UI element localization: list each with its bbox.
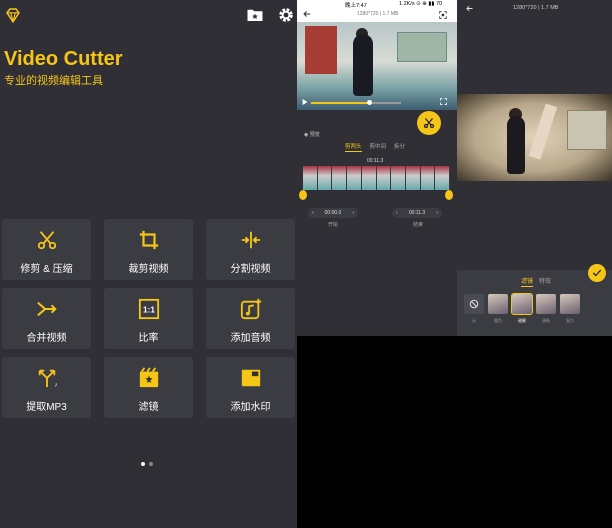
status-bar: 晚上7:47 1.2K/s ⊙ ⊕ ▮▮ 70: [297, 0, 457, 9]
scissors-icon: [37, 231, 56, 250]
trim-header: 1280*720 | 1.7 MB: [297, 8, 457, 22]
cut-button[interactable]: [417, 111, 441, 135]
merge-icon: [36, 301, 57, 317]
filter-name: 清新: [542, 318, 550, 323]
tool-label: 滤镜: [138, 402, 159, 413]
preview-label: 预览: [309, 132, 320, 138]
tab-trim-middle[interactable]: 剪中间: [370, 142, 387, 152]
tab-split[interactable]: 拆分: [394, 142, 405, 152]
fullscreen-icon[interactable]: [440, 98, 447, 105]
trim-start-handle[interactable]: [299, 190, 307, 200]
tool-label: 分割视频: [230, 264, 271, 275]
app-title: Video Cutter: [4, 48, 123, 70]
tool-extract-mp3[interactable]: ♪ 提取MP3: [2, 357, 91, 418]
filter-header: 1280*720 | 1.7 MB: [457, 0, 612, 16]
app-subtitle: 专业的视频编辑工具: [4, 75, 103, 87]
filter-thumbnails: [464, 293, 580, 315]
crop-icon: [139, 230, 158, 250]
video-player[interactable]: [297, 22, 457, 110]
snapshot-icon[interactable]: [439, 11, 447, 19]
tab-filters[interactable]: 滤镜: [521, 276, 534, 287]
chevron-right-icon[interactable]: ›: [352, 210, 354, 216]
filter-retro[interactable]: [560, 294, 580, 314]
video-resolution: 1280*720 | 1.7 MB: [357, 11, 399, 17]
filter-screen: 1280*720 | 1.7 MB 滤镜 特效 无 暖色 甜蜜 清新 复古: [457, 0, 612, 336]
seek-knob[interactable]: [367, 100, 372, 105]
filter-name: 复古: [566, 318, 574, 323]
tool-merge[interactable]: 合并视频: [2, 288, 91, 349]
split-icon: [241, 231, 260, 249]
trim-screen: 晚上7:47 1.2K/s ⊙ ⊕ ▮▮ 70 1280*720 | 1.7 M…: [297, 0, 457, 336]
tab-trim-ends[interactable]: 剪两头: [345, 142, 362, 152]
scissors-icon: [423, 118, 435, 129]
tool-label: 添加水印: [230, 402, 271, 413]
filter-name: 无: [472, 318, 476, 323]
filter-name: 暖色: [494, 318, 502, 323]
start-time-value: 00:00.0: [324, 210, 342, 216]
trim-end-handle[interactable]: [445, 190, 453, 200]
tool-ratio[interactable]: 1:1 比率: [104, 288, 193, 349]
preview-toggle[interactable]: ◉ 预览: [304, 131, 320, 138]
filter-sweet[interactable]: [511, 293, 533, 315]
end-time-value: 00:11.3: [408, 210, 426, 216]
end-time-stepper[interactable]: ‹ 00:11.3 ›: [392, 208, 442, 218]
tool-label: 添加音频: [230, 333, 271, 344]
filter-icon: [139, 367, 158, 388]
timeline-filmstrip[interactable]: [303, 166, 451, 190]
check-icon: [592, 269, 602, 277]
current-timecode: 00:11.3: [367, 158, 384, 164]
ratio-icon: 1:1: [138, 298, 159, 320]
watermark-icon: [241, 369, 260, 387]
chevron-left-icon[interactable]: ‹: [312, 210, 314, 216]
end-label: 结束: [413, 222, 424, 228]
back-arrow-icon[interactable]: [302, 9, 312, 19]
tool-label: 合并视频: [26, 333, 67, 344]
filter-name-selected: 甜蜜: [518, 318, 526, 323]
tool-label: 提取MP3: [26, 402, 67, 413]
trim-mode-tabs: 剪两头 剪中间 拆分: [345, 142, 405, 152]
home-screen: Video Cutter 专业的视频编辑工具 修剪 & 压缩 裁剪视频 分割视频…: [0, 0, 297, 528]
tab-effects[interactable]: 特效: [539, 276, 551, 287]
page-dot-active: [141, 462, 145, 466]
tool-watermark[interactable]: 添加水印: [206, 357, 295, 418]
svg-text:♪: ♪: [54, 381, 57, 388]
filtered-video-preview[interactable]: [457, 94, 612, 181]
play-icon[interactable]: [302, 99, 308, 105]
page-indicator: [141, 462, 153, 466]
back-arrow-icon[interactable]: [465, 4, 474, 13]
status-network: 1.2K/s ⊙ ⊕ ▮▮ 70: [399, 1, 443, 7]
chevron-left-icon[interactable]: ‹: [396, 210, 398, 216]
tool-label: 比率: [138, 333, 159, 344]
filter-warm[interactable]: [488, 294, 508, 314]
confirm-button[interactable]: [588, 264, 606, 282]
no-filter-icon: [469, 299, 479, 309]
filter-fresh[interactable]: [536, 294, 556, 314]
tool-crop[interactable]: 裁剪视频: [104, 219, 193, 280]
start-label: 开始: [328, 222, 339, 228]
tool-add-audio[interactable]: 添加音频: [206, 288, 295, 349]
filter-names: 无 暖色 甜蜜 清新 复古: [464, 318, 580, 324]
chevron-right-icon[interactable]: ›: [436, 210, 438, 216]
ratio-glyph: 1:1: [143, 306, 155, 315]
diamond-logo-icon: [6, 8, 20, 24]
tool-trim-compress[interactable]: 修剪 & 压缩: [2, 219, 91, 280]
folder-star-icon[interactable]: [246, 6, 264, 24]
filter-none[interactable]: [464, 294, 484, 314]
video-resolution: 1280*720 | 1.7 MB: [513, 5, 559, 11]
tool-filter[interactable]: 滤镜: [104, 357, 193, 418]
tool-split[interactable]: 分割视频: [206, 219, 295, 280]
tool-label: 修剪 & 压缩: [20, 264, 73, 275]
start-time-stepper[interactable]: ‹ 00:00.0 ›: [308, 208, 358, 218]
extract-icon: ♪: [38, 369, 57, 388]
tool-label: 裁剪视频: [128, 264, 169, 275]
page-dot: [149, 462, 153, 466]
filter-tabs: 滤镜 特效: [521, 276, 551, 287]
music-add-icon: [240, 298, 261, 320]
settings-gear-icon[interactable]: [277, 6, 295, 24]
